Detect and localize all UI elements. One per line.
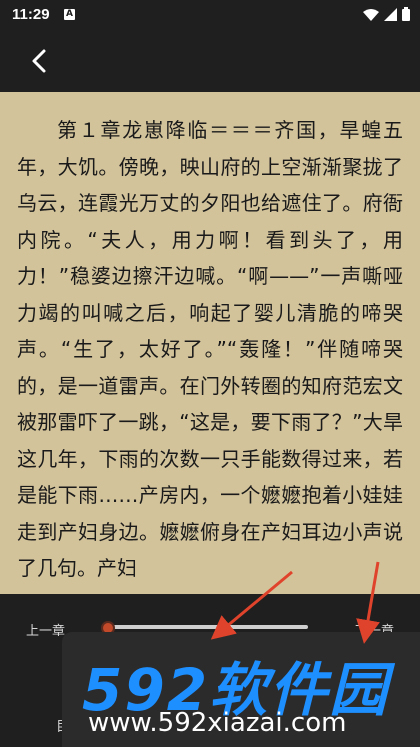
reader-toolbar <box>0 30 420 92</box>
status-time: 11:29 <box>12 6 50 23</box>
status-icons <box>363 7 410 21</box>
notification-icon: A <box>64 9 75 20</box>
status-bar: 11:29 A <box>0 0 420 30</box>
prev-chapter-button[interactable]: 上一章 <box>26 620 65 639</box>
wifi-icon <box>363 8 379 21</box>
back-arrow-icon[interactable] <box>26 47 54 75</box>
signal-icon <box>384 7 397 21</box>
reading-page[interactable]: 第１章龙崽降临＝＝＝齐国，旱蝗五年，大饥。傍晚，映山府的上空渐渐聚拢了乌云，连霞… <box>0 92 420 594</box>
chapter-text: 第１章龙崽降临＝＝＝齐国，旱蝗五年，大饥。傍晚，映山府的上空渐渐聚拢了乌云，连霞… <box>17 118 403 580</box>
battery-icon <box>402 7 410 21</box>
watermark-url: www.592xiazai.com <box>88 708 347 738</box>
chapter-progress-slider[interactable] <box>108 625 308 629</box>
